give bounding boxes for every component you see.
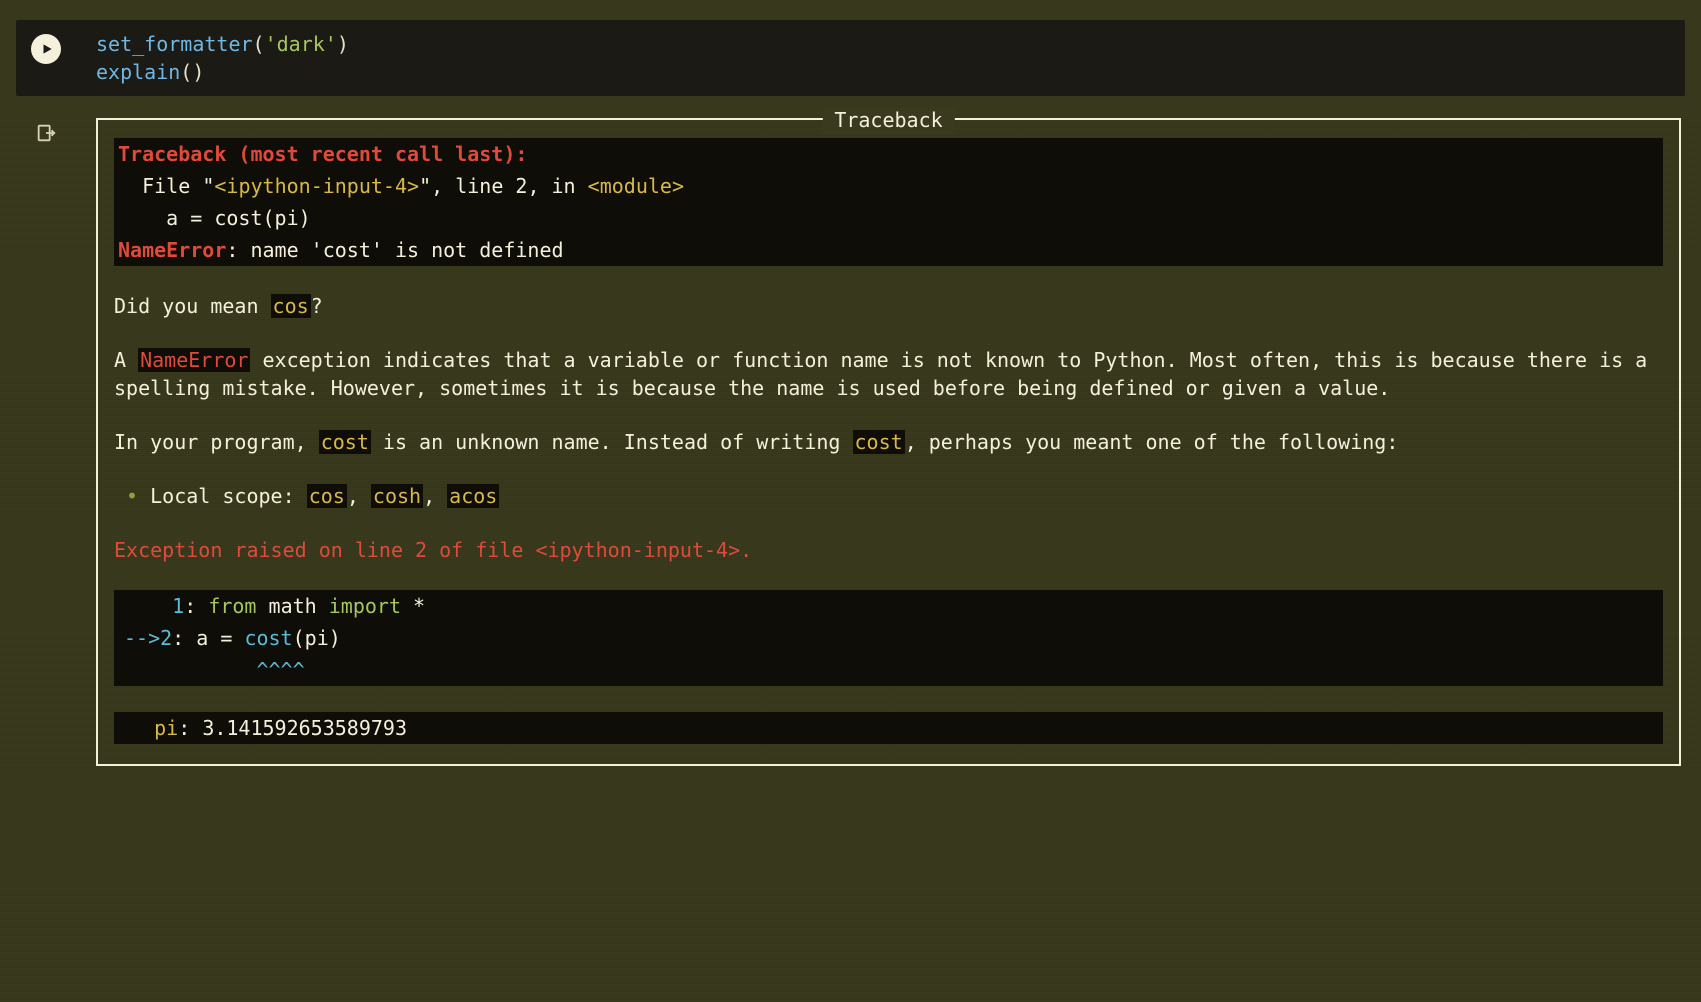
ctx-mod: math xyxy=(256,594,328,618)
exc-post: . xyxy=(740,538,752,562)
exp-errname: NameError xyxy=(138,348,250,372)
traceback-panel: Traceback Traceback (most recent call la… xyxy=(96,118,1681,766)
tb-quote: " xyxy=(419,174,431,198)
dym-post: ? xyxy=(311,294,323,318)
tb-error-sep: : xyxy=(226,238,250,262)
code-token: ) xyxy=(337,32,349,56)
run-button[interactable] xyxy=(31,34,61,64)
scope-sep: , xyxy=(347,484,371,508)
scope-label: Local scope: xyxy=(150,484,307,508)
tb-header: Traceback (most recent call last): xyxy=(118,142,527,166)
ctx-lineno: 1 xyxy=(124,594,184,618)
tb-error-name: NameError xyxy=(118,238,226,262)
exp2-mid: is an unknown name. Instead of writing xyxy=(371,430,853,454)
output-cell: Traceback Traceback (most recent call la… xyxy=(16,118,1685,766)
scope-sep: , xyxy=(423,484,447,508)
explanation-p1: A NameError exception indicates that a v… xyxy=(114,346,1663,402)
scope-suggestion: cosh xyxy=(371,484,423,508)
ctx-caret: ^^^^ xyxy=(124,658,305,682)
exc-file: <ipython-input-4> xyxy=(535,538,740,562)
exc-pre: Exception raised on line 2 of file xyxy=(114,538,535,562)
tb-module: <module> xyxy=(588,174,684,198)
code-token: ( xyxy=(253,32,265,56)
ctx-kw: import xyxy=(329,594,401,618)
ctx-colon: : xyxy=(184,594,208,618)
code-cell[interactable]: set_formatter('dark') explain() xyxy=(16,20,1685,96)
ctx-lineno: 2 xyxy=(160,626,172,650)
tb-code-line: a = cost(pi) xyxy=(118,206,311,230)
dym-pre: Did you mean xyxy=(114,294,271,318)
output-gutter xyxy=(16,118,76,144)
var-sep: : xyxy=(178,716,202,740)
exp-rest: exception indicates that a variable or f… xyxy=(114,348,1659,400)
code-token: () xyxy=(180,60,204,84)
ctx-star: * xyxy=(401,594,425,618)
ctx-code: a = xyxy=(196,626,244,650)
var-value: 3.141592653589793 xyxy=(202,716,407,740)
code-token: set_formatter xyxy=(96,32,253,56)
scope-suggestion: cos xyxy=(307,484,347,508)
scope-list: • Local scope: cos, cosh, acos xyxy=(114,482,1663,510)
variable-value: pi: 3.141592653589793 xyxy=(114,712,1663,744)
exp2-name2: cost xyxy=(853,430,905,454)
ctx-fn: cost xyxy=(244,626,292,650)
bullet-icon: • xyxy=(114,484,150,508)
code-token: 'dark' xyxy=(265,32,337,56)
tb-error-msg: name 'cost' is not defined xyxy=(250,238,563,262)
tb-file-prefix: File xyxy=(118,174,202,198)
exp2-post: , perhaps you meant one of the following… xyxy=(905,430,1399,454)
var-name: pi xyxy=(154,716,178,740)
dym-suggestion: cos xyxy=(271,294,311,318)
ctx-kw: from xyxy=(208,594,256,618)
tb-quote: " xyxy=(202,174,214,198)
ctx-args: (pi) xyxy=(293,626,341,650)
traceback-legend: Traceback xyxy=(822,106,954,134)
scope-suggestion: acos xyxy=(447,484,499,508)
code-token: explain xyxy=(96,60,180,84)
output-arrow-icon xyxy=(35,122,57,144)
exp-pre: A xyxy=(114,348,138,372)
exp2-name: cost xyxy=(319,430,371,454)
code-input[interactable]: set_formatter('dark') explain() xyxy=(96,30,1685,86)
did-you-mean: Did you mean cos? xyxy=(114,292,1663,320)
code-context: 1: from math import * -->2: a = cost(pi)… xyxy=(114,590,1663,686)
cell-gutter xyxy=(16,30,76,64)
tb-file-rest: , line 2, in xyxy=(431,174,588,198)
exp2-pre: In your program, xyxy=(114,430,319,454)
explanation-p2: In your program, cost is an unknown name… xyxy=(114,428,1663,456)
tb-filename: <ipython-input-4> xyxy=(214,174,419,198)
exception-location: Exception raised on line 2 of file <ipyt… xyxy=(114,536,1663,564)
ctx-colon: : xyxy=(172,626,196,650)
traceback-text: Traceback (most recent call last): File … xyxy=(114,138,1663,266)
play-icon xyxy=(40,42,54,56)
ctx-arrow: --> xyxy=(124,626,160,650)
